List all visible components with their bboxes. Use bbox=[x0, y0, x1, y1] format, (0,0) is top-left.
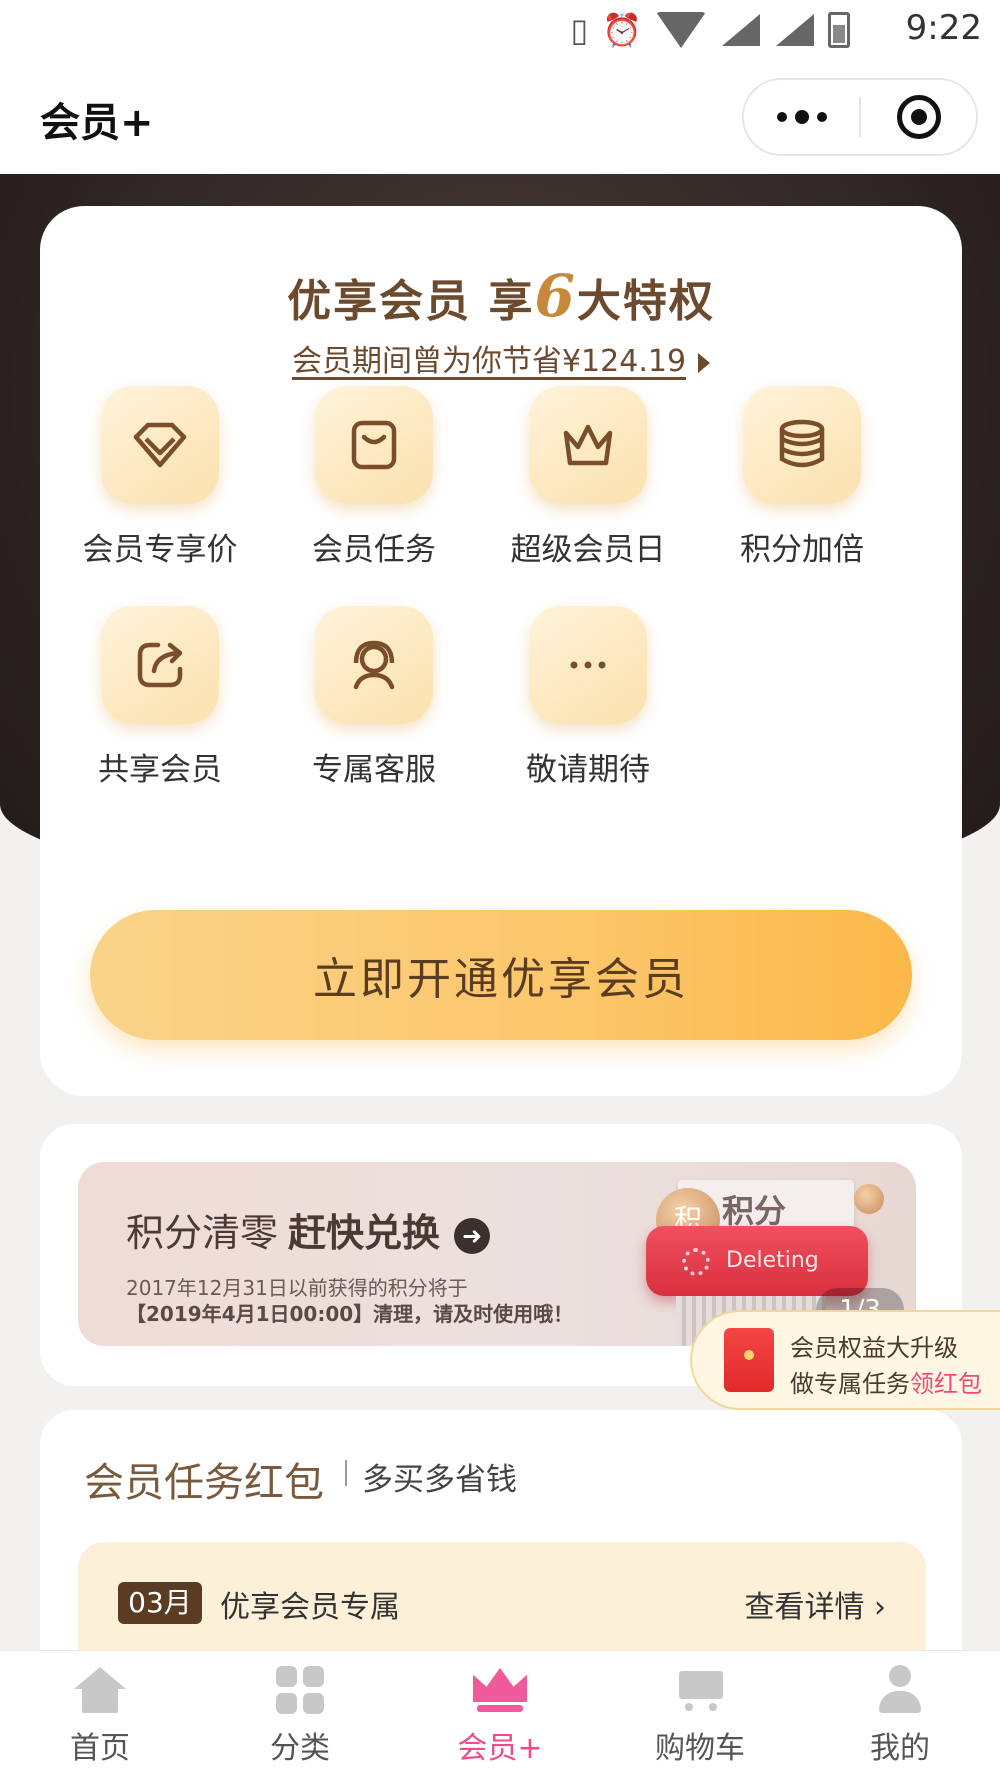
close-miniprogram-button[interactable] bbox=[861, 80, 976, 154]
task-row-label: 优享会员专属 bbox=[220, 1590, 400, 1625]
customer-service-icon bbox=[315, 606, 433, 724]
privilege-title-prefix: 优享会员 享 bbox=[287, 276, 535, 327]
more-dots-icon bbox=[529, 606, 647, 724]
more-dot-icon bbox=[776, 112, 787, 122]
privilege-member-price[interactable]: 会员专享价 bbox=[60, 386, 260, 569]
privilege-label: 会员专享价 bbox=[82, 532, 238, 568]
title-divider bbox=[345, 1460, 347, 1486]
category-icon bbox=[276, 1666, 324, 1714]
red-packet-icon bbox=[724, 1328, 774, 1392]
privilege-label: 敬请期待 bbox=[526, 752, 650, 788]
tab-cart[interactable]: 购物车 bbox=[600, 1651, 800, 1778]
loading-spinner-icon bbox=[682, 1248, 710, 1276]
banner-heading-text: 积分清零 bbox=[126, 1211, 279, 1255]
month-badge: 03月 bbox=[118, 1582, 202, 1624]
tab-category[interactable]: 分类 bbox=[200, 1651, 400, 1778]
tab-label: 购物车 bbox=[655, 1731, 745, 1766]
page-title: 会员+ bbox=[40, 100, 154, 146]
privilege-share-member[interactable]: 共享会员 bbox=[60, 606, 260, 789]
tab-label: 分类 bbox=[270, 1731, 330, 1766]
crown-icon bbox=[473, 1668, 527, 1712]
triangle-right-icon bbox=[698, 352, 711, 373]
bag-icon bbox=[315, 386, 433, 504]
privilege-count: 6 bbox=[534, 262, 577, 330]
privilege-points-double[interactable]: 积分加倍 bbox=[702, 386, 902, 569]
cart-icon bbox=[673, 1667, 727, 1713]
small-coin-icon bbox=[854, 1184, 884, 1214]
privilege-coming-soon[interactable]: 敬请期待 bbox=[488, 606, 688, 789]
status-bar: ▯ ⏰ 9:22 bbox=[0, 0, 1000, 60]
privilege-customer-service[interactable]: 专属客服 bbox=[274, 606, 474, 789]
alarm-icon: ⏰ bbox=[602, 11, 642, 49]
privilege-title-suffix: 大特权 bbox=[576, 276, 715, 327]
privilege-label: 共享会员 bbox=[98, 752, 222, 788]
arrow-right-icon: ➜ bbox=[454, 1217, 491, 1254]
tab-me[interactable]: 我的 bbox=[800, 1651, 1000, 1778]
task-title: 会员任务红包 bbox=[84, 1460, 324, 1506]
user-icon bbox=[875, 1665, 925, 1715]
privilege-member-task[interactable]: 会员任务 bbox=[274, 386, 474, 569]
privilege-title: 优享会员 享6大特权 bbox=[40, 262, 962, 330]
tab-label: 我的 bbox=[870, 1731, 930, 1766]
privilege-card: 优享会员 享6大特权 会员期间曾为你节省¥124.19 会员专享价 会员任务 超… bbox=[40, 206, 962, 1096]
tab-member[interactable]: 会员+ bbox=[400, 1651, 600, 1778]
more-button[interactable] bbox=[744, 80, 859, 154]
vibrate-icon: ▯ bbox=[570, 11, 589, 49]
wifi-icon bbox=[656, 12, 706, 48]
savings-text: 会员期间曾为你节省¥124.19 bbox=[291, 344, 687, 379]
privilege-label: 专属客服 bbox=[312, 752, 436, 788]
signal-icon bbox=[720, 14, 760, 46]
promo-float[interactable]: 会员权益大升级 做专属任务领红包 bbox=[690, 1310, 1000, 1410]
diamond-icon bbox=[101, 386, 219, 504]
more-dot-icon bbox=[794, 110, 809, 124]
privilege-super-member-day[interactable]: 超级会员日 bbox=[488, 386, 688, 569]
shredder-illustration: Deleting bbox=[646, 1226, 868, 1296]
status-icons: ▯ ⏰ bbox=[571, 10, 850, 50]
status-time: 9:22 bbox=[905, 8, 982, 48]
shredder-label: Deleting bbox=[726, 1248, 819, 1273]
promo-line-2-text: 做专属任务 bbox=[790, 1370, 910, 1398]
privilege-label: 积分加倍 bbox=[740, 532, 864, 568]
promo-line-1: 会员权益大升级 bbox=[790, 1334, 958, 1362]
signal-icon-2 bbox=[774, 14, 814, 46]
coins-stack-icon bbox=[743, 386, 861, 504]
task-subtitle: 多买多省钱 bbox=[362, 1462, 517, 1498]
promo-highlight: 领红包 bbox=[910, 1370, 982, 1398]
banner-heading-bold: 赶快兑换 bbox=[288, 1211, 441, 1255]
home-icon bbox=[74, 1667, 126, 1713]
nav-bar: 会员+ bbox=[0, 60, 1000, 174]
banner-line-2: 【2019年4月1日00:00】清理，请及时使用哦！ bbox=[126, 1302, 574, 1326]
privilege-label: 会员任务 bbox=[312, 532, 436, 568]
crown-icon bbox=[529, 386, 647, 504]
banner-line-1: 2017年12月31日以前获得的积分将于 bbox=[126, 1276, 468, 1300]
privilege-label: 超级会员日 bbox=[510, 532, 666, 568]
promo-line-2: 做专属任务领红包 bbox=[790, 1364, 982, 1399]
tab-label: 会员+ bbox=[457, 1731, 543, 1766]
tab-home[interactable]: 首页 bbox=[0, 1651, 200, 1778]
tab-label: 首页 bbox=[70, 1731, 130, 1766]
banner-heading: 积分清零 赶快兑换 ➜ bbox=[126, 1202, 491, 1257]
bottom-tab-bar: 首页 分类 会员+ 购物车 我的 bbox=[0, 1650, 1000, 1778]
view-details-link[interactable]: 查看详情 › bbox=[744, 1582, 886, 1626]
battery-icon bbox=[828, 12, 850, 48]
miniprogram-capsule bbox=[742, 78, 978, 156]
target-icon bbox=[896, 95, 941, 139]
open-membership-button[interactable]: 立即开通优享会员 bbox=[90, 910, 912, 1040]
savings-link[interactable]: 会员期间曾为你节省¥124.19 bbox=[40, 336, 962, 380]
more-dot-icon bbox=[816, 112, 827, 122]
share-icon bbox=[101, 606, 219, 724]
